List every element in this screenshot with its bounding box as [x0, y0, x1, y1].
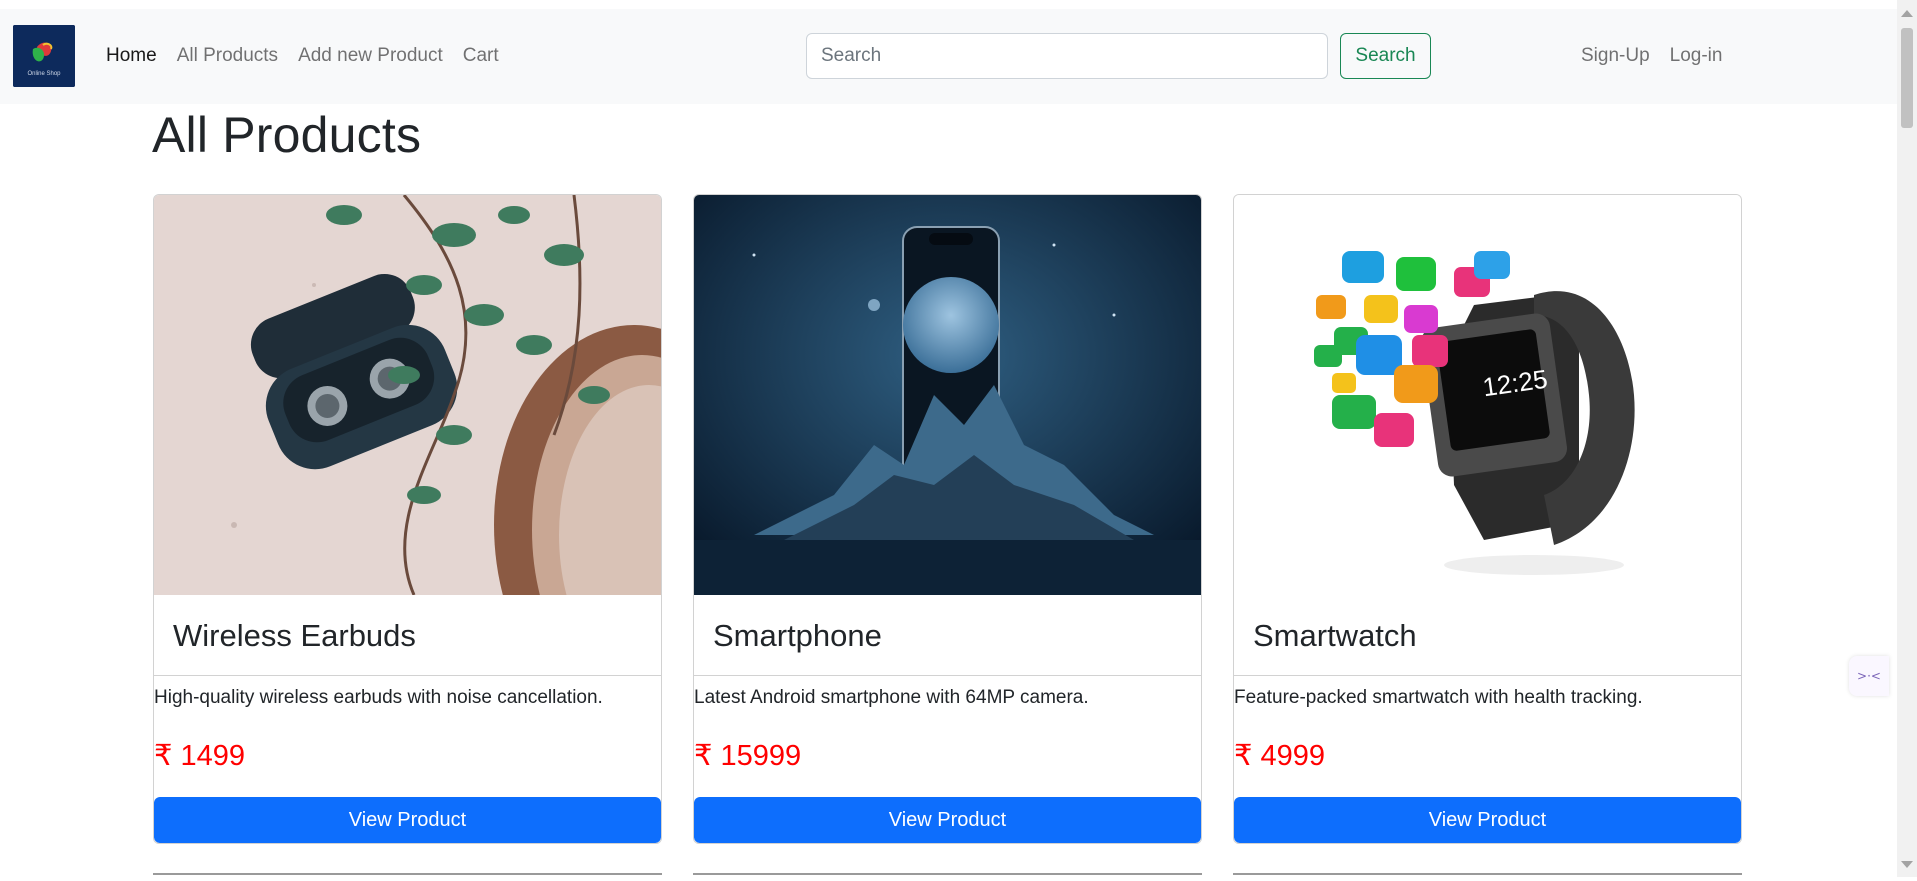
card-header: Wireless Earbuds — [154, 595, 661, 676]
scroll-down-arrow-icon[interactable] — [1901, 861, 1913, 868]
search-button[interactable]: Search — [1340, 33, 1431, 79]
earbuds-image — [154, 195, 661, 595]
scroll-up-arrow-icon[interactable] — [1901, 10, 1913, 17]
svg-text:>·<: >·< — [1857, 669, 1881, 683]
product-price: ₹ 4999 — [1234, 740, 1326, 772]
nav-all-products[interactable]: All Products — [177, 45, 278, 67]
view-product-button[interactable]: View Product — [694, 797, 1201, 843]
nav-home[interactable]: Home — [106, 45, 157, 67]
nav-add-new-product[interactable]: Add new Product — [298, 45, 443, 67]
vertical-scrollbar[interactable] — [1897, 0, 1917, 877]
widget-icon: >·< — [1857, 669, 1881, 683]
next-card-edge — [693, 873, 1202, 881]
nav-sign-up[interactable]: Sign-Up — [1581, 45, 1650, 67]
search-input[interactable] — [806, 33, 1328, 79]
auth-links: Sign-Up Log-in — [1581, 45, 1742, 67]
card-header: Smartphone — [694, 595, 1201, 676]
next-card-edge — [1233, 873, 1742, 881]
smartphone-image — [694, 195, 1201, 595]
logo-icon: Online Shop — [13, 25, 75, 87]
product-card: 12:25 Smartwatch Feature-packed smartwat… — [1233, 194, 1742, 844]
product-price: ₹ 1499 — [154, 740, 246, 772]
nav-links: Home All Products Add new Product Cart — [106, 45, 519, 67]
page-title: All Products — [152, 107, 422, 163]
product-card: Smartphone Latest Android smartphone wit… — [693, 194, 1202, 844]
navbar: Online Shop Home All Products Add new Pr… — [0, 9, 1897, 104]
nav-log-in[interactable]: Log-in — [1670, 45, 1723, 67]
product-image: 12:25 — [1234, 195, 1741, 595]
smartwatch-image: 12:25 — [1234, 195, 1741, 595]
logo-text: Online Shop — [27, 71, 61, 77]
product-price: ₹ 15999 — [694, 740, 802, 772]
product-description: High-quality wireless earbuds with noise… — [154, 687, 603, 708]
product-name: Smartwatch — [1253, 618, 1417, 653]
side-widget-tab[interactable]: >·< — [1849, 656, 1889, 696]
product-description: Feature-packed smartwatch with health tr… — [1234, 687, 1643, 708]
top-strip — [0, 0, 1917, 9]
card-header: Smartwatch — [1234, 595, 1741, 676]
nav-cart[interactable]: Cart — [463, 45, 499, 67]
product-name: Wireless Earbuds — [173, 618, 416, 653]
view-product-button[interactable]: View Product — [154, 797, 661, 843]
scroll-thumb[interactable] — [1901, 28, 1913, 128]
product-image — [154, 195, 661, 595]
product-card: Wireless Earbuds High-quality wireless e… — [153, 194, 662, 844]
view-product-button[interactable]: View Product — [1234, 797, 1741, 843]
brand-logo[interactable]: Online Shop — [13, 25, 75, 87]
product-description: Latest Android smartphone with 64MP came… — [694, 687, 1089, 708]
product-image — [694, 195, 1201, 595]
next-card-edge — [153, 873, 662, 881]
product-name: Smartphone — [713, 618, 882, 653]
